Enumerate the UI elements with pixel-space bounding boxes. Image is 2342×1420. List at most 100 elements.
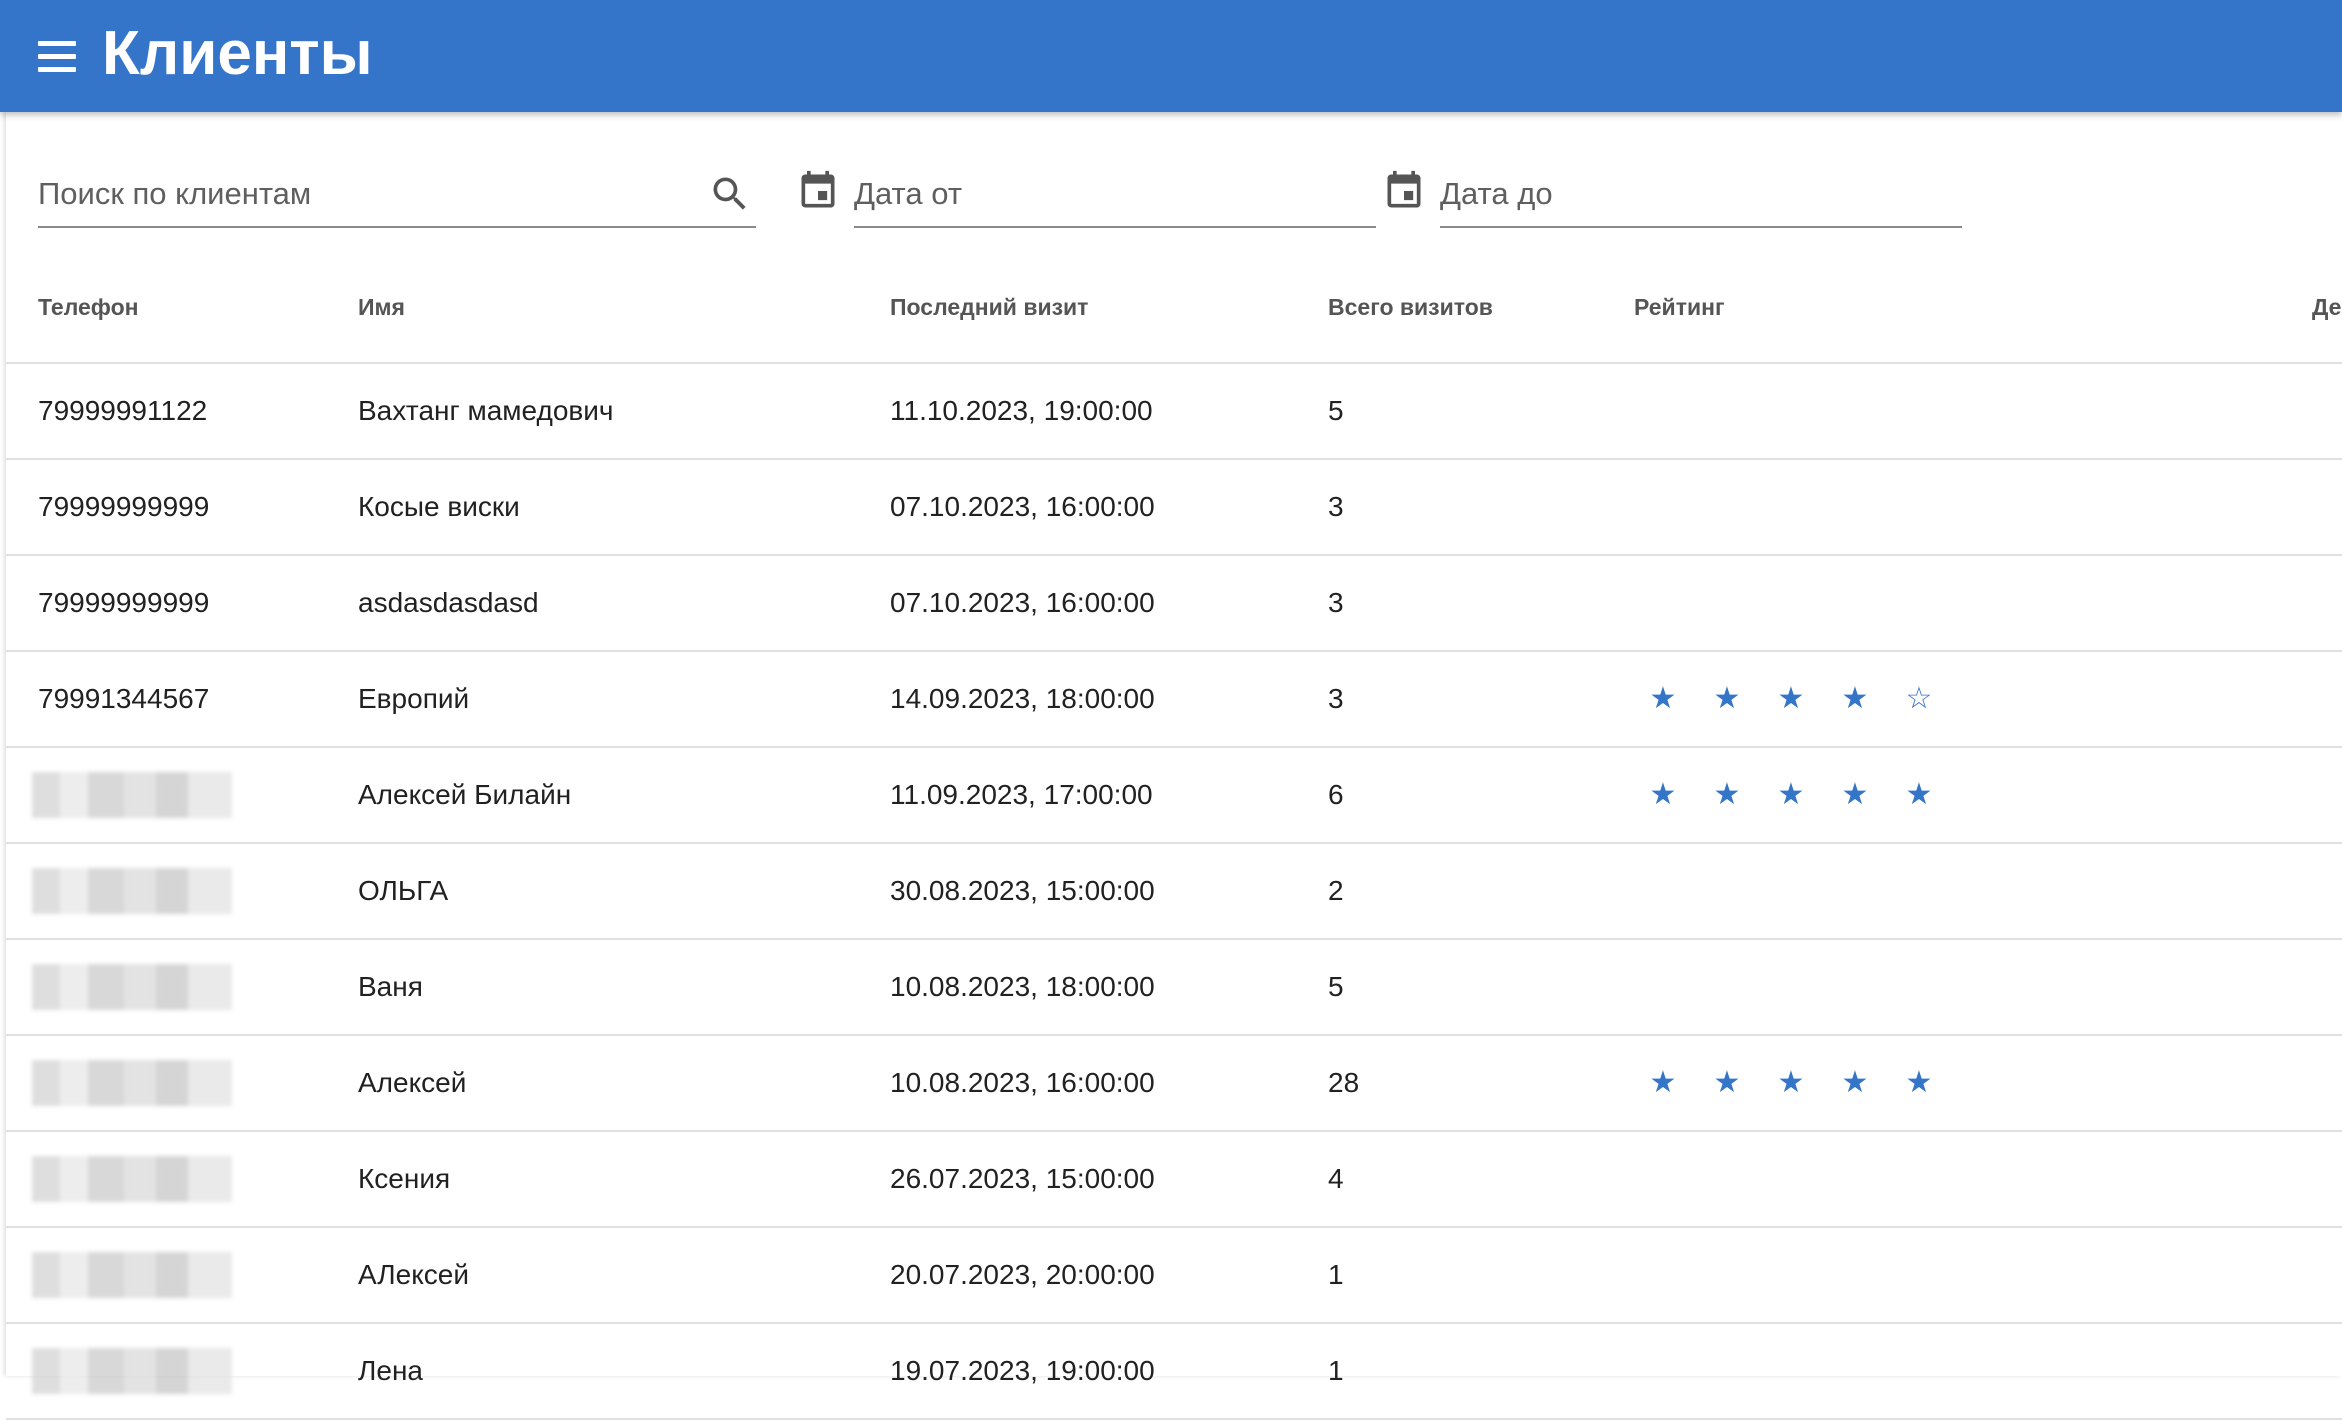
redacted-phone: [32, 1348, 232, 1394]
last-visit-cell: 07.10.2023, 16:00:00: [890, 555, 1328, 652]
phone-cell: 79999999999: [6, 459, 358, 556]
column-header-last-visit[interactable]: Последний визит: [890, 252, 1328, 364]
column-header-rating[interactable]: Рейтинг: [1634, 252, 2134, 364]
table-row[interactable]: Алексей Билайн 11.09.2023, 17:00:00 6 ★ ★ ★ ★ ★: [6, 747, 2342, 844]
actions-cell: [2134, 843, 2342, 940]
star-filled-icon: ★: [1905, 1066, 1933, 1099]
actions-cell: [2134, 939, 2342, 1036]
star-filled-icon: ★: [1777, 778, 1805, 811]
rating-stars: ★ ★ ★ ★ ★: [1634, 780, 2134, 810]
phone-cell: [6, 1131, 358, 1228]
calendar-icon[interactable]: [1382, 168, 1426, 214]
name-cell: Лена: [358, 1323, 890, 1420]
actions-cell: [2134, 1323, 2342, 1420]
total-visits-cell: 4: [1328, 1131, 1634, 1228]
column-header-total-visits[interactable]: Всего визитов: [1328, 252, 1634, 364]
phone-cell: 79991344567: [6, 651, 358, 748]
star-filled-icon: ★: [1649, 778, 1677, 811]
table-row[interactable]: Алексей 10.08.2023, 16:00:00 28 ★ ★ ★ ★ ★: [6, 1035, 2342, 1132]
last-visit-cell: 11.10.2023, 19:00:00: [890, 363, 1328, 460]
star-filled-icon: ★: [1649, 1066, 1677, 1099]
table-row[interactable]: Ваня 10.08.2023, 18:00:00 5: [6, 939, 2342, 1036]
calendar-icon[interactable]: [796, 168, 840, 214]
column-header-actions: Действия: [2134, 252, 2342, 364]
column-header-phone[interactable]: Телефон: [6, 252, 358, 364]
rating-cell: [1634, 939, 2134, 1036]
total-visits-cell: 6: [1328, 747, 1634, 844]
redacted-phone: [32, 868, 232, 914]
name-cell: Вахтанг мамедович: [358, 363, 890, 460]
search-input[interactable]: [38, 166, 698, 222]
rating-cell: ★ ★ ★ ★ ★: [1634, 747, 2134, 844]
table-row[interactable]: 79999991122 Вахтанг мамедович 11.10.2023, …: [6, 363, 2342, 460]
name-cell: ОЛЬГА: [358, 843, 890, 940]
table-header-row: Телефон Имя Последний визит Всего визито…: [6, 252, 2342, 364]
date-to-field: [1440, 162, 1962, 228]
hamburger-menu-icon[interactable]: [38, 34, 86, 78]
table-row[interactable]: АЛексей 20.07.2023, 20:00:00 1: [6, 1227, 2342, 1324]
actions-cell: [2134, 1131, 2342, 1228]
star-filled-icon: ★: [1713, 778, 1741, 811]
last-visit-cell: 11.09.2023, 17:00:00: [890, 747, 1328, 844]
phone-cell: 79999991122: [6, 363, 358, 460]
column-header-name[interactable]: Имя: [358, 252, 890, 364]
actions-cell: [2134, 747, 2342, 844]
date-from-field: [854, 162, 1376, 228]
name-cell: Алексей Билайн: [358, 747, 890, 844]
name-cell: АЛексей: [358, 1227, 890, 1324]
table-row[interactable]: ОЛЬГА 30.08.2023, 15:00:00 2: [6, 843, 2342, 940]
total-visits-cell: 1: [1328, 1323, 1634, 1420]
total-visits-cell: 3: [1328, 651, 1634, 748]
table-row[interactable]: 79999999999 asdasdasdasd 07.10.2023, 16:00…: [6, 555, 2342, 652]
phone-cell: [6, 747, 358, 844]
rating-cell: [1634, 363, 2134, 460]
rating-cell: [1634, 1323, 2134, 1420]
star-filled-icon: ★: [1841, 1066, 1869, 1099]
star-filled-icon: ★: [1713, 1066, 1741, 1099]
phone-cell: 79999999999: [6, 555, 358, 652]
last-visit-cell: 30.08.2023, 15:00:00: [890, 843, 1328, 940]
rating-stars: ★ ★ ★ ★ ★: [1634, 1068, 2134, 1098]
total-visits-cell: 28: [1328, 1035, 1634, 1132]
last-visit-cell: 10.08.2023, 16:00:00: [890, 1035, 1328, 1132]
star-filled-icon: ★: [1841, 778, 1869, 811]
page-title: Клиенты: [102, 19, 373, 88]
phone-cell: [6, 1323, 358, 1420]
search-icon[interactable]: [708, 172, 752, 216]
last-visit-cell: 10.08.2023, 18:00:00: [890, 939, 1328, 1036]
clients-panel: Телефон Имя Последний визит Всего визито…: [6, 112, 2342, 1420]
name-cell: Алексей: [358, 1035, 890, 1132]
name-cell: Косые виски: [358, 459, 890, 556]
phone-cell: [6, 843, 358, 940]
actions-cell: [2134, 651, 2342, 748]
total-visits-cell: 5: [1328, 363, 1634, 460]
date-to-input[interactable]: [1440, 166, 1962, 222]
table-row[interactable]: Лена 19.07.2023, 19:00:00 1: [6, 1323, 2342, 1420]
table-row[interactable]: 79991344567 Европий 14.09.2023, 18:00:00 3 ★…: [6, 651, 2342, 748]
rating-cell: [1634, 1227, 2134, 1324]
star-filled-icon: ★: [1649, 682, 1677, 715]
actions-cell: [2134, 459, 2342, 556]
star-filled-icon: ★: [1777, 682, 1805, 715]
last-visit-cell: 19.07.2023, 19:00:00: [890, 1323, 1328, 1420]
rating-cell: [1634, 555, 2134, 652]
app-bar: Клиенты: [0, 0, 2342, 112]
rating-cell: [1634, 843, 2134, 940]
rating-cell: [1634, 459, 2134, 556]
actions-cell: [2134, 555, 2342, 652]
actions-cell: [2134, 1035, 2342, 1132]
last-visit-cell: 07.10.2023, 16:00:00: [890, 459, 1328, 556]
phone-cell: [6, 939, 358, 1036]
last-visit-cell: 14.09.2023, 18:00:00: [890, 651, 1328, 748]
search-field: [38, 162, 756, 228]
phone-cell: [6, 1035, 358, 1132]
total-visits-cell: 1: [1328, 1227, 1634, 1324]
star-filled-icon: ★: [1841, 682, 1869, 715]
name-cell: Ксения: [358, 1131, 890, 1228]
last-visit-cell: 20.07.2023, 20:00:00: [890, 1227, 1328, 1324]
redacted-phone: [32, 1156, 232, 1202]
table-row[interactable]: 79999999999 Косые виски 07.10.2023, 16:00:…: [6, 459, 2342, 556]
table-row[interactable]: Ксения 26.07.2023, 15:00:00 4: [6, 1131, 2342, 1228]
star-filled-icon: ★: [1777, 1066, 1805, 1099]
date-from-input[interactable]: [854, 166, 1376, 222]
